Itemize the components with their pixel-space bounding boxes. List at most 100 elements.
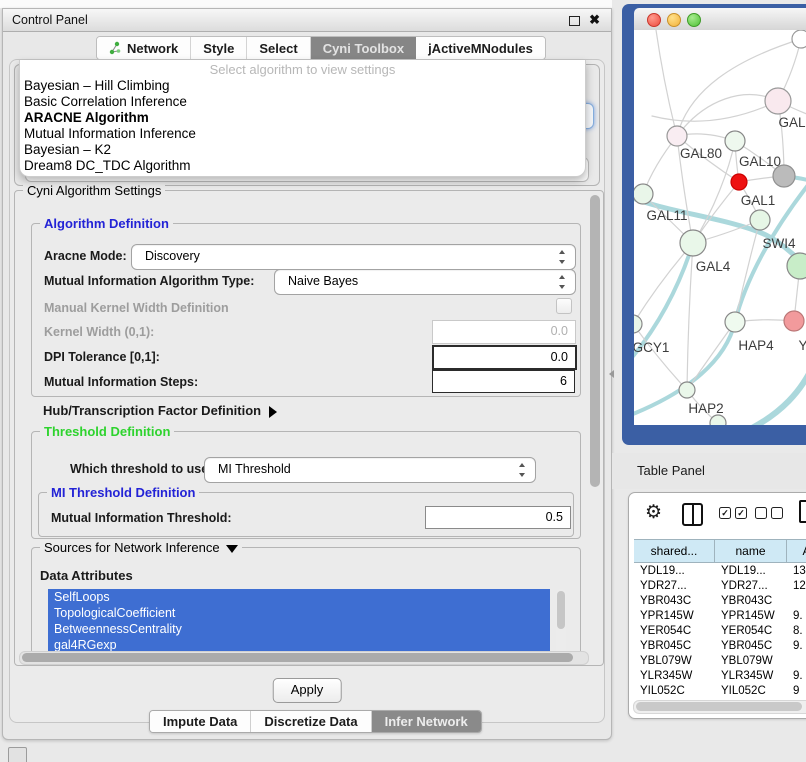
- cyni-algorithm-settings-group: Cyni Algorithm Settings Algorithm Defini…: [14, 190, 604, 666]
- hub-section-toggle[interactable]: Hub/Transcription Factor Definition: [43, 403, 277, 418]
- table-cell: 9: [787, 685, 806, 697]
- gear-icon[interactable]: ⚙: [645, 502, 662, 524]
- scrollbar-thumb[interactable]: [557, 591, 565, 629]
- tab-select[interactable]: Select: [247, 37, 310, 59]
- tab-style[interactable]: Style: [191, 37, 247, 59]
- column-header-name[interactable]: name: [715, 540, 787, 562]
- algorithm-popup: Select algorithm to view settings Bayesi…: [19, 60, 586, 177]
- collapse-down-icon: [226, 545, 238, 553]
- table-row[interactable]: YBL079WYBL079W: [634, 653, 806, 668]
- network-node[interactable]: [710, 415, 726, 425]
- table-row[interactable]: YPR145WYPR145W9.: [634, 608, 806, 623]
- splitter-collapse-icon[interactable]: [609, 370, 614, 378]
- node-label-hap2: HAP2: [688, 401, 723, 416]
- scrollbar-thumb[interactable]: [22, 653, 573, 662]
- network-node[interactable]: [784, 311, 804, 331]
- sources-group: Sources for Network Inference Data Attri…: [31, 547, 581, 662]
- table-cell: YBL079W: [634, 655, 715, 667]
- algorithm-option-basic-correlation-inference[interactable]: Basic Correlation Inference: [24, 94, 581, 110]
- network-node[interactable]: [792, 30, 806, 48]
- network-node[interactable]: [725, 131, 745, 151]
- table-row[interactable]: YER054CYER054C8.: [634, 623, 806, 638]
- table-row[interactable]: YIL052CYIL052C9: [634, 683, 806, 698]
- network-node[interactable]: [634, 184, 653, 204]
- column-header-a[interactable]: A: [787, 540, 806, 562]
- table-row[interactable]: YDR27...YDR27...12: [634, 578, 806, 593]
- deselect-all-checks-icon[interactable]: [755, 507, 783, 519]
- network-canvas[interactable]: GALGAL80GAL10GAL1GAL11GAL4SWI4GCY1HAP4YH…: [634, 30, 806, 425]
- network-node[interactable]: [750, 210, 770, 230]
- table-row[interactable]: YDL19...YDL19...13: [634, 563, 806, 578]
- network-node[interactable]: [731, 174, 747, 190]
- network-view-window: GALGAL80GAL10GAL1GAL11GAL4SWI4GCY1HAP4YH…: [622, 4, 806, 445]
- minimize-traffic-light-icon[interactable]: [667, 13, 681, 27]
- network-edge: [634, 324, 687, 390]
- network-node[interactable]: [680, 230, 706, 256]
- tab-label: Style: [203, 41, 234, 56]
- table-row[interactable]: YLR345WYLR345W9.: [634, 668, 806, 683]
- popup-item-list: Bayesian – Hill ClimbingBasic Correlatio…: [24, 78, 581, 174]
- tab-cyni-toolbox[interactable]: Cyni Toolbox: [311, 37, 416, 59]
- table-cell: YBR043C: [634, 595, 715, 607]
- popup-placeholder: Select algorithm to view settings: [20, 62, 585, 77]
- bottom-tab-impute-data[interactable]: Impute Data: [150, 711, 251, 732]
- bottom-tab-discretize-data[interactable]: Discretize Data: [251, 711, 371, 732]
- mi-threshold-field[interactable]: 0.5: [425, 506, 571, 529]
- attribute-item-betweennesscentrality[interactable]: BetweennessCentrality: [48, 621, 550, 637]
- dpi-tolerance-value: 0.0: [551, 350, 568, 364]
- dpi-tolerance-field[interactable]: 0.0: [432, 345, 577, 370]
- tab-jactivemnodules[interactable]: jActiveMNodules: [416, 37, 545, 59]
- node-label-gal11: GAL11: [646, 208, 687, 223]
- algorithm-option-aracne-algorithm[interactable]: ARACNE Algorithm: [24, 110, 581, 126]
- network-node[interactable]: [787, 253, 806, 279]
- mi-type-combobox[interactable]: Naive Bayes: [274, 269, 576, 295]
- scrollbar-thumb[interactable]: [636, 702, 802, 711]
- table-horizontal-scrollbar[interactable]: [633, 700, 806, 714]
- apply-button[interactable]: Apply: [273, 678, 342, 703]
- table-row[interactable]: YBR045CYBR045C9.: [634, 638, 806, 653]
- aracne-mode-combobox[interactable]: Discovery: [131, 244, 576, 270]
- document-icon[interactable]: [799, 500, 806, 523]
- bottom-tab-infer-network[interactable]: Infer Network: [372, 711, 481, 732]
- algorithm-option-mutual-information-inference[interactable]: Mutual Information Inference: [24, 126, 581, 142]
- network-node[interactable]: [667, 126, 687, 146]
- close-traffic-light-icon[interactable]: [647, 13, 661, 27]
- tab-network[interactable]: Network: [97, 37, 191, 59]
- close-icon[interactable]: ✖: [589, 11, 600, 29]
- table-row[interactable]: YBR043CYBR043C: [634, 593, 806, 608]
- sources-toggle[interactable]: Sources for Network Inference: [40, 540, 242, 555]
- mi-steps-field[interactable]: 6: [432, 370, 575, 393]
- network-node[interactable]: [765, 88, 791, 114]
- algorithm-option-bayesian-hill-climbing[interactable]: Bayesian – Hill Climbing: [24, 78, 581, 94]
- settings-horizontal-scrollbar[interactable]: [19, 651, 589, 665]
- scrollbar-thumb[interactable]: [590, 195, 600, 487]
- mi-threshold-definition-group: MI Threshold Definition Mutual Informati…: [38, 492, 574, 537]
- combobox-stepper-icon: [519, 458, 527, 482]
- algorithm-option-bayesian-k2[interactable]: Bayesian – K2: [24, 142, 581, 158]
- network-node[interactable]: [634, 315, 642, 333]
- tab-label: Network: [127, 41, 178, 56]
- column-header-shared-[interactable]: shared...: [634, 540, 715, 562]
- kernel-width-field[interactable]: 0.0: [432, 320, 576, 344]
- mi-type-value: Naive Bayes: [288, 274, 358, 288]
- node-label-gcy1: GCY1: [634, 340, 669, 355]
- settings-vertical-scrollbar[interactable]: [590, 195, 600, 653]
- table-cell: YER054C: [715, 625, 787, 637]
- table-cell: YER054C: [634, 625, 715, 637]
- manual-kernel-checkbox[interactable]: [556, 298, 572, 314]
- network-node[interactable]: [725, 312, 745, 332]
- float-window-icon[interactable]: [569, 16, 580, 26]
- attribute-item-topologicalcoefficient[interactable]: TopologicalCoefficient: [48, 605, 550, 621]
- which-threshold-combobox[interactable]: MI Threshold: [204, 457, 536, 483]
- columns-icon[interactable]: [682, 503, 703, 526]
- network-node[interactable]: [679, 382, 695, 398]
- docked-panel-icon[interactable]: [8, 747, 27, 762]
- select-all-checks-icon[interactable]: ✓✓: [719, 507, 747, 519]
- table-cell: YLR345W: [715, 670, 787, 682]
- table-panel-title: Table Panel: [637, 463, 705, 478]
- mi-threshold-label: Mutual Information Threshold:: [51, 511, 232, 525]
- attribute-item-selfloops[interactable]: SelfLoops: [48, 589, 550, 605]
- zoom-traffic-light-icon[interactable]: [687, 13, 701, 27]
- network-graph: GALGAL80GAL10GAL1GAL11GAL4SWI4GCY1HAP4YH…: [634, 30, 806, 425]
- algorithm-option-dream8-dc-tdc-algorithm[interactable]: Dream8 DC_TDC Algorithm: [24, 158, 581, 174]
